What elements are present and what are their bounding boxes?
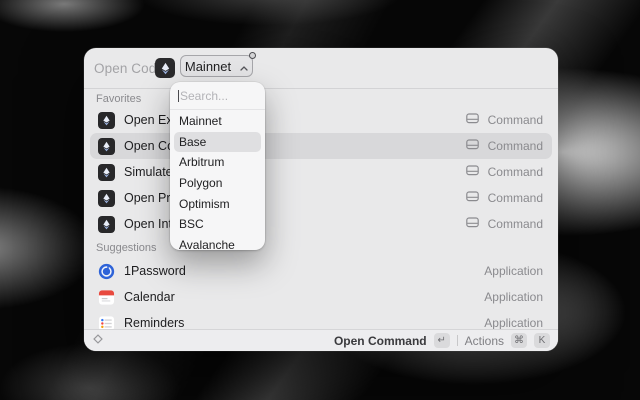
external-drive-icon <box>466 137 479 155</box>
external-drive-icon <box>466 163 479 181</box>
status-dot-badge <box>249 52 256 59</box>
open-command-button[interactable]: Open Command <box>334 334 427 348</box>
divider <box>170 109 265 110</box>
external-drive-icon <box>466 111 479 129</box>
item-type: Application <box>484 316 543 330</box>
external-drive-icon <box>466 215 479 233</box>
1password-icon <box>98 263 115 280</box>
list-item-open-code-selected[interactable]: Open Code E Command <box>90 133 552 159</box>
search-placeholder: Search... <box>180 89 228 103</box>
item-title: 1Password <box>124 264 186 278</box>
k-key-badge: K <box>534 333 550 348</box>
list-item-1password[interactable]: 1Password Application <box>90 258 552 284</box>
dropdown-option-arbitrum[interactable]: Arbitrum <box>174 152 261 173</box>
item-type: Command <box>488 113 543 127</box>
divider <box>84 88 558 89</box>
list-item-open-explorer[interactable]: Open Explorer Command <box>90 107 552 133</box>
ethereum-icon <box>98 112 115 129</box>
item-type: Command <box>488 191 543 205</box>
item-type: Command <box>488 139 543 153</box>
dropdown-option-bsc[interactable]: BSC <box>174 214 261 235</box>
network-dropdown-panel: Search... Mainnet Base Arbitrum Polygon … <box>170 82 265 250</box>
dropdown-option-list: Mainnet Base Arbitrum Polygon Optimism B… <box>174 111 261 255</box>
ethereum-icon <box>98 164 115 181</box>
ethereum-icon <box>98 190 115 207</box>
diamond-icon <box>92 332 104 350</box>
section-header-suggestions: Suggestions <box>96 242 157 254</box>
list-item-open-intel[interactable]: Open Intel EV Command <box>90 211 552 237</box>
dropdown-option-mainnet[interactable]: Mainnet <box>174 111 261 132</box>
list-item-simulate-transaction[interactable]: Simulate Trans Command <box>90 159 552 185</box>
item-title: Calendar <box>124 290 175 304</box>
network-selector-value: Mainnet <box>185 59 231 74</box>
return-key-badge: ↵ <box>434 333 450 348</box>
chevron-up-icon <box>240 59 248 74</box>
command-palette-window: Open Code Mainnet Favorites Open Explore… <box>84 48 558 351</box>
divider <box>457 335 458 346</box>
command-query-text: Open Code <box>94 61 164 76</box>
desktop-background: Open Code Mainnet Favorites Open Explore… <box>0 0 640 400</box>
calendar-icon <box>98 289 115 306</box>
ethereum-app-icon <box>155 58 175 78</box>
ethereum-icon <box>98 138 115 155</box>
dropdown-search-input[interactable]: Search... <box>170 82 265 109</box>
item-title: Reminders <box>124 316 184 330</box>
item-type: Application <box>484 264 543 278</box>
dropdown-option-polygon[interactable]: Polygon <box>174 173 261 194</box>
search-bar[interactable]: Open Code Mainnet <box>84 48 558 88</box>
action-bar: Open Command ↵ Actions ⌘ K <box>84 329 558 351</box>
actions-button[interactable]: Actions <box>465 334 504 348</box>
list-item-open-profile[interactable]: Open Profile Command <box>90 185 552 211</box>
list-item-calendar[interactable]: Calendar Application <box>90 284 552 310</box>
dropdown-option-base[interactable]: Base <box>174 132 261 153</box>
dropdown-option-avalanche[interactable]: Avalanche <box>174 235 261 256</box>
command-key-badge: ⌘ <box>511 333 527 348</box>
item-type: Command <box>488 217 543 231</box>
text-caret <box>178 90 179 102</box>
item-type: Application <box>484 290 543 304</box>
section-header-favorites: Favorites <box>96 93 141 105</box>
ethereum-icon <box>98 216 115 233</box>
network-selector-dropdown[interactable]: Mainnet <box>180 55 253 77</box>
external-drive-icon <box>466 189 479 207</box>
dropdown-option-optimism[interactable]: Optimism <box>174 193 261 214</box>
item-type: Command <box>488 165 543 179</box>
